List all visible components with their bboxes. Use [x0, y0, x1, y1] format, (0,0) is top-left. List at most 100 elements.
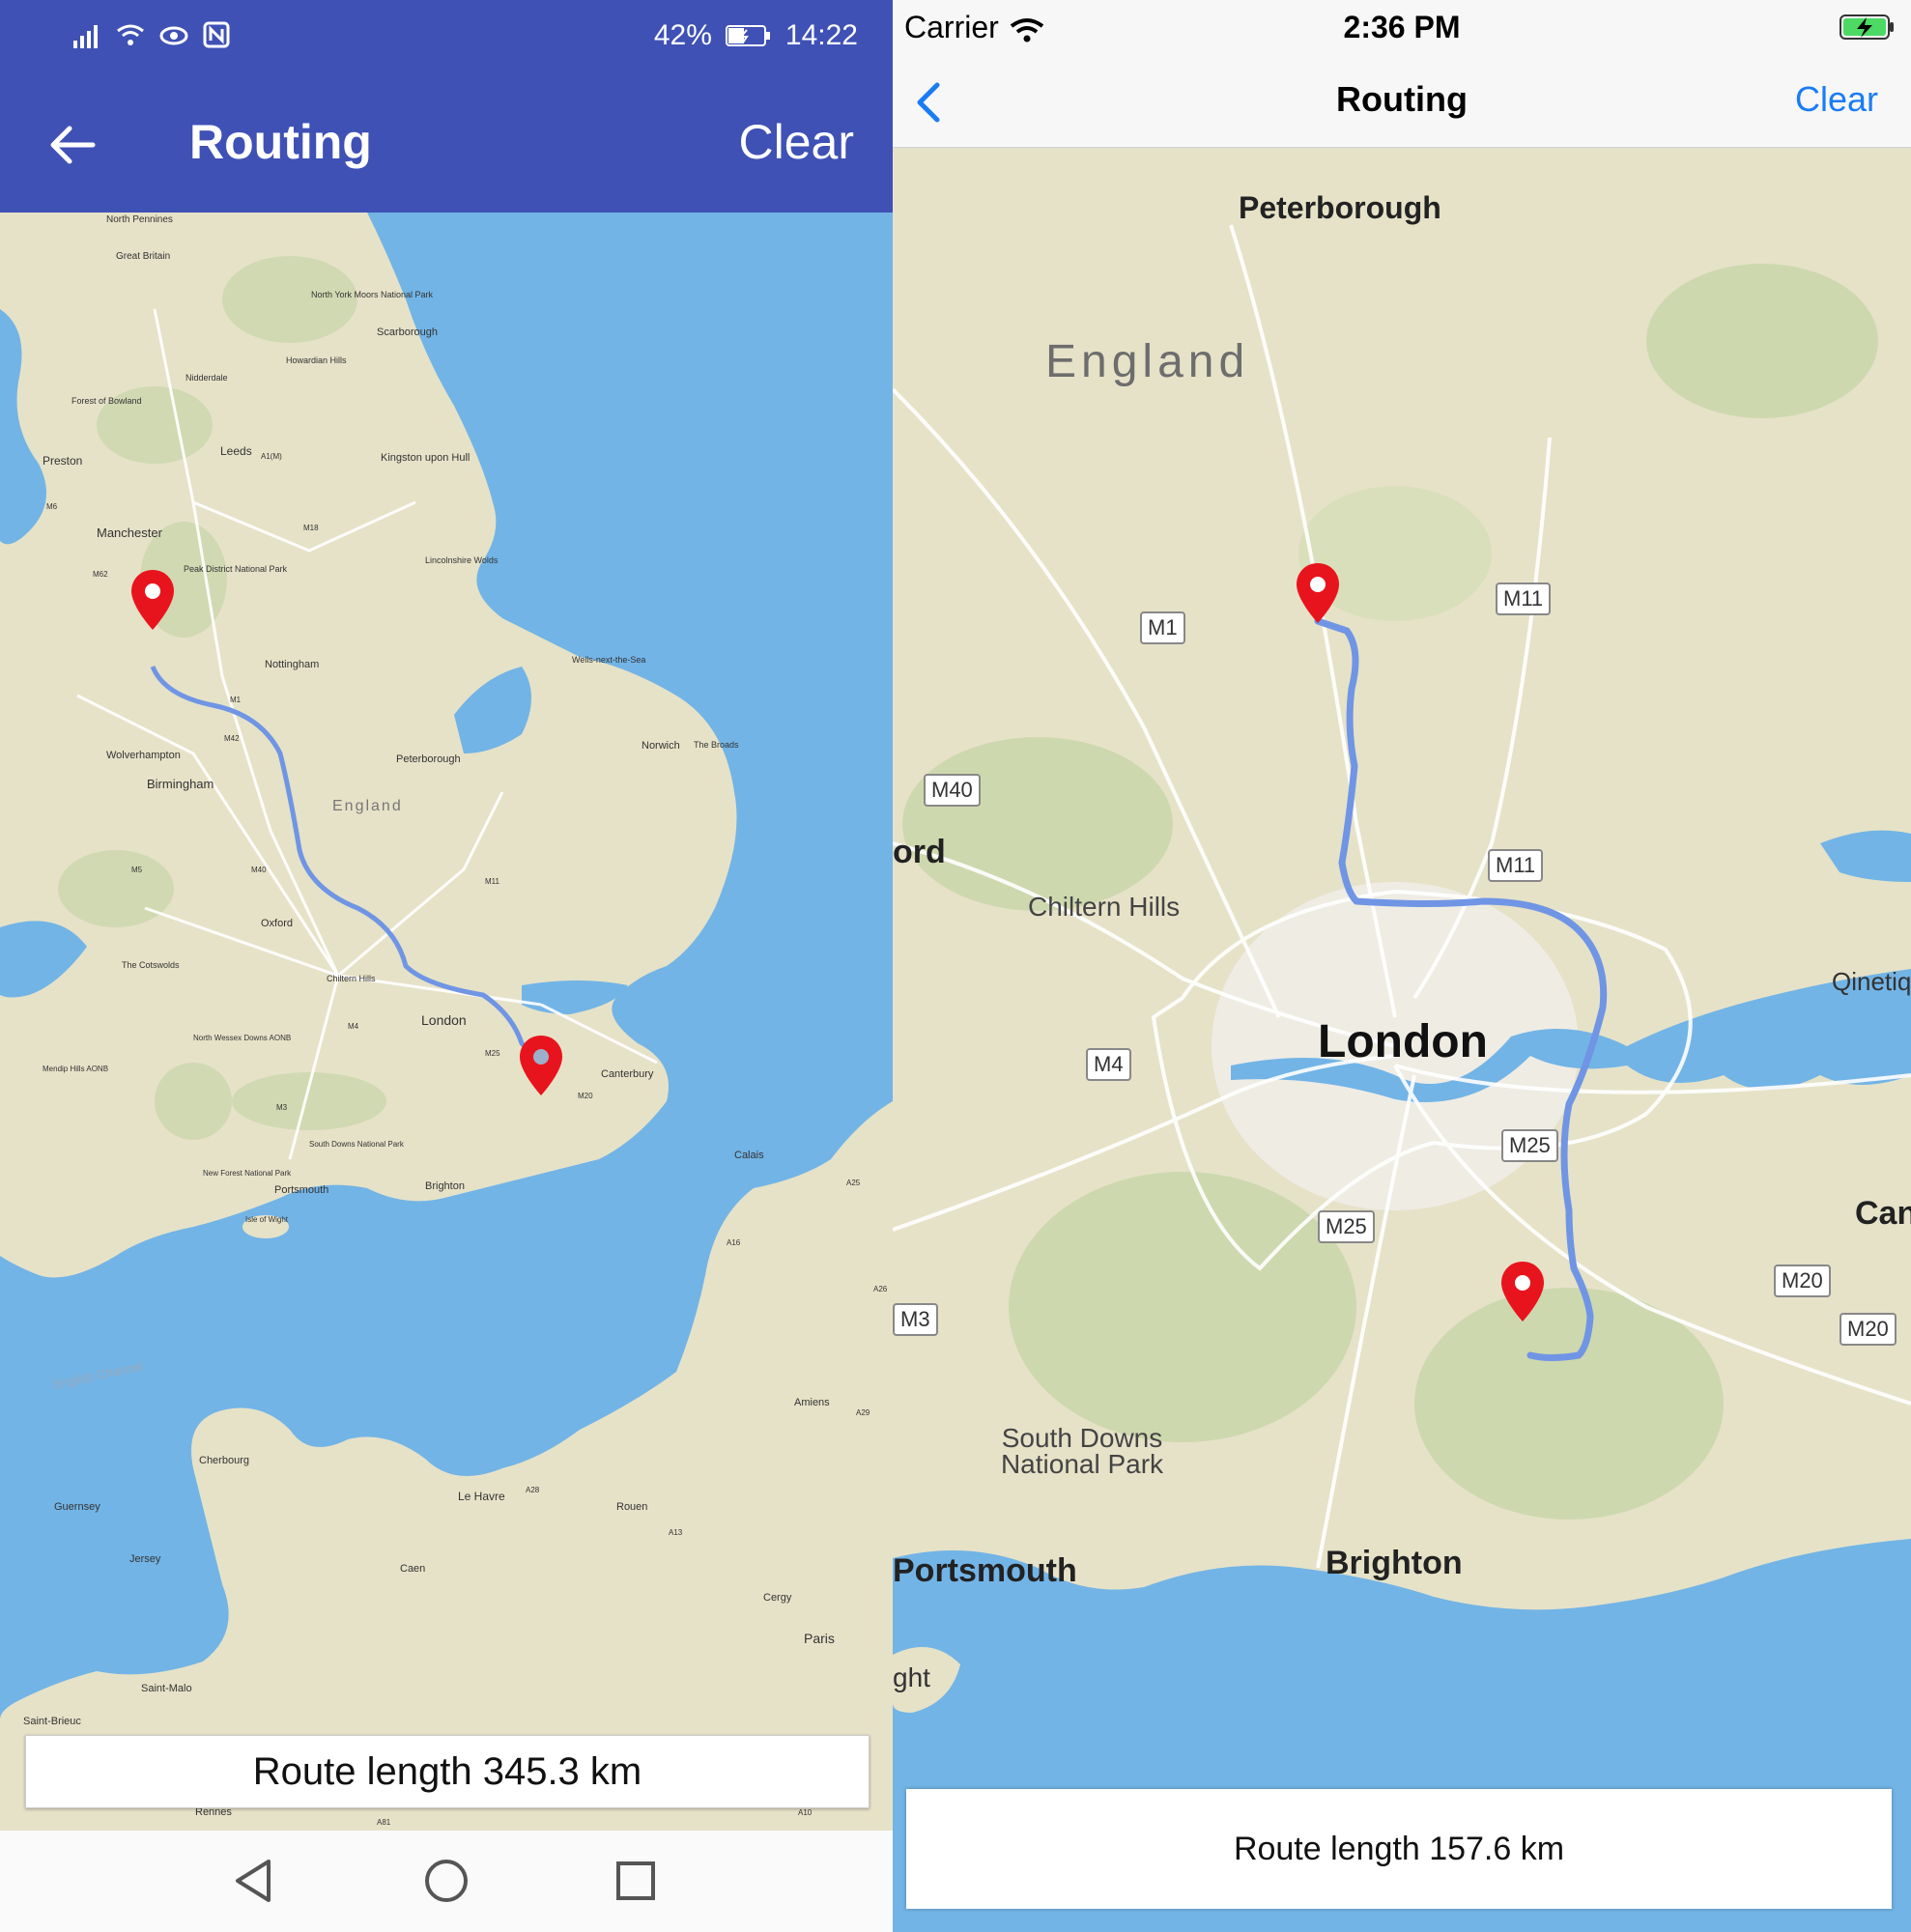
map-label: Howardian Hills	[286, 355, 347, 365]
map-label: The Broads	[694, 740, 739, 750]
route-length-label: Route length 345.3 km	[25, 1735, 870, 1808]
road-shield: M3	[893, 1303, 938, 1336]
map-label: Calais	[734, 1150, 764, 1161]
page-title: Routing	[1336, 79, 1468, 119]
road-label: M5	[131, 866, 143, 874]
map-label: North Pennines	[106, 214, 173, 225]
battery-percent: 42%	[653, 19, 712, 51]
back-triangle-icon[interactable]	[226, 1852, 284, 1910]
map-label: Can	[1855, 1195, 1911, 1232]
road-shield: M1	[1140, 611, 1185, 644]
map-label: Saint-Malo	[141, 1683, 192, 1694]
map-label: Le Havre	[458, 1490, 505, 1503]
map-label: London	[1318, 1016, 1488, 1067]
map-label: Scarborough	[377, 327, 438, 338]
map-label: England	[1045, 336, 1250, 387]
map-label: Brighton	[425, 1180, 465, 1192]
road-label: M40	[251, 866, 267, 874]
map-label: Wells-next-the-Sea	[572, 655, 646, 665]
road-shield: M25	[1318, 1210, 1375, 1243]
road-shield: M20	[1774, 1264, 1831, 1297]
map-label: Paris	[804, 1631, 835, 1646]
road-label: M11	[485, 877, 499, 886]
road-label: A10	[798, 1808, 813, 1817]
map-label: Oxford	[261, 918, 294, 929]
map-label: Birmingham	[147, 777, 214, 791]
map-label: South Downs National Park	[309, 1140, 404, 1149]
battery-charging-icon	[1840, 14, 1896, 41]
clock: 14:22	[784, 19, 858, 51]
map-label: Jersey	[129, 1553, 161, 1565]
status-bar: Carrier 2:36 PM	[893, 0, 1911, 58]
road-shield: M20	[1840, 1313, 1897, 1346]
road-shield: M11	[1488, 849, 1544, 882]
nfc-icon	[203, 21, 230, 48]
android-screen: 42% 14:22 Routing Clear North Pennines G…	[0, 0, 893, 1932]
road-shield: M4	[1086, 1048, 1131, 1081]
map-label: Qinetiq	[1832, 967, 1911, 996]
clear-button[interactable]: Clear	[1795, 79, 1878, 120]
road-label: M4	[348, 1022, 359, 1031]
wifi-icon	[116, 21, 145, 48]
map-label: Isle of Wight	[245, 1215, 289, 1224]
road-label: M25	[485, 1049, 500, 1058]
map-label: Guernsey	[54, 1501, 100, 1513]
map-label: South Downs National Park	[1000, 1423, 1164, 1479]
road-label: M3	[276, 1103, 288, 1112]
map-label: Brighton	[1326, 1545, 1463, 1581]
map-label: Kingston upon Hull	[381, 452, 471, 464]
road-label: A1(M)	[261, 452, 282, 461]
road-label: A29	[856, 1408, 870, 1417]
map-label: Portsmouth	[274, 1184, 329, 1196]
road-label: M1	[230, 696, 242, 704]
road-label: M62	[93, 570, 108, 579]
road-shield: M25	[1501, 1129, 1558, 1162]
clear-button[interactable]: Clear	[739, 114, 854, 170]
navigation-bar: Routing Clear	[893, 58, 1911, 148]
road-label: M6	[46, 502, 58, 511]
map-label: England	[332, 798, 403, 814]
toolbar: Routing Clear	[0, 77, 893, 213]
status-bar: 42% 14:22	[0, 0, 893, 77]
page-title: Routing	[189, 115, 372, 169]
map-label: Saint-Brieuc	[23, 1716, 81, 1727]
map-label: Chiltern Hills	[327, 974, 376, 983]
android-nav-bar	[0, 1831, 893, 1932]
map-label: London	[421, 1012, 467, 1028]
map-label: Nidderdale	[185, 373, 228, 383]
ios-screen: Carrier 2:36 PM Routing Clear Peterborou…	[893, 0, 1911, 1932]
road-label: M20	[578, 1092, 593, 1100]
map-label: Lincolnshire Wolds	[425, 555, 499, 565]
map-label: Amiens	[794, 1397, 830, 1408]
map-label: ord	[893, 834, 946, 870]
map-label: Great Britain	[116, 251, 171, 262]
road-label: M42	[224, 734, 240, 743]
recents-square-icon[interactable]	[607, 1852, 665, 1910]
map-label: Nottingham	[265, 659, 320, 670]
map-label: ght	[893, 1662, 930, 1692]
android-app-bar: 42% 14:22 Routing Clear	[0, 0, 893, 213]
eye-icon	[158, 21, 189, 48]
map-label: New Forest National Park	[203, 1169, 292, 1178]
map-view[interactable]: North Pennines Great Britain North York …	[0, 213, 893, 1831]
map-label: Preston	[43, 454, 83, 468]
road-label: A13	[669, 1528, 683, 1537]
map-label: Cergy	[763, 1592, 792, 1604]
road-label: A26	[873, 1285, 888, 1293]
map-label: North York Moors National Park	[311, 290, 434, 299]
map-label: Mendip Hills AONB	[43, 1065, 109, 1073]
map-label: Canterbury	[601, 1068, 654, 1080]
back-arrow-icon[interactable]	[44, 116, 102, 174]
road-label: A81	[377, 1818, 391, 1827]
road-label: A16	[727, 1238, 741, 1247]
map-label: Rouen	[616, 1501, 648, 1513]
map-label: Caen	[400, 1563, 426, 1575]
map-label: Peterborough	[1239, 190, 1441, 225]
map-label: The Cotswolds	[122, 960, 180, 970]
road-label: A25	[846, 1179, 861, 1187]
map-label: Norwich	[642, 740, 680, 752]
map-view[interactable]: Peterborough England ord Chiltern Hills …	[893, 148, 1911, 1932]
road-shield: M11	[1496, 582, 1552, 615]
home-circle-icon[interactable]	[417, 1852, 475, 1910]
map-label: Portsmouth	[893, 1552, 1077, 1589]
